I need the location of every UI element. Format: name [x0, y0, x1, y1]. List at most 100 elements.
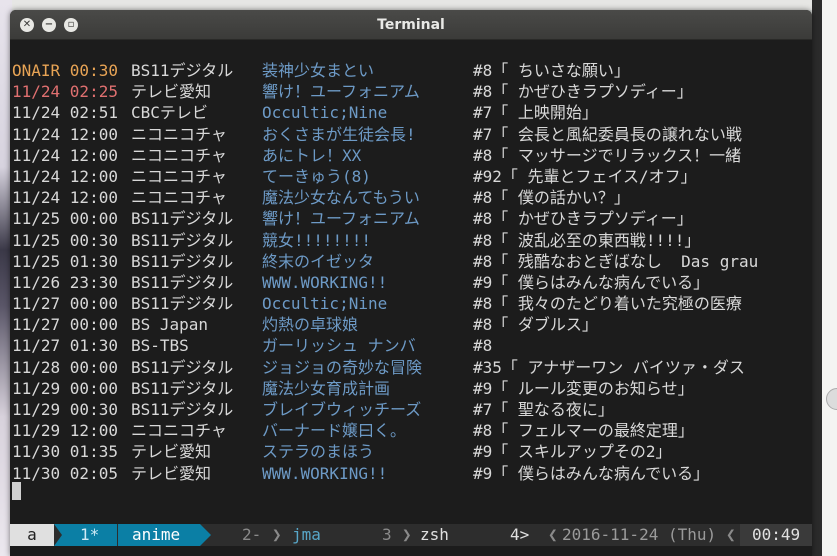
schedule-row: 11/27 01:30 BS-TBS ガーリッシュ ナンバ #8 [12, 335, 810, 356]
schedule-row: 11/30 02:05 テレビ愛知 WWW.WORKING!! #9「 僕らはみんな病… [12, 463, 810, 484]
terminal-cursor [12, 482, 21, 500]
window-3-name[interactable]: zsh [420, 524, 449, 546]
row-date: 11/27 01:30 [12, 336, 118, 356]
tmux-status-bar: a 1* anime 2- ❯ jma 3 ❯ zsh 4> ❮ 2016-11… [10, 524, 812, 546]
row-episode: #8「 フェルマーの最終定理」 [473, 421, 694, 441]
row-title: てーきゅう(8) [262, 166, 371, 186]
row-episode: #35「 アナザーワン バイツァ・ダス [473, 357, 745, 377]
row-title: 魔法少女なんてもうい [262, 188, 420, 208]
separator-chevron-left-icon: ❮ [726, 525, 736, 544]
window-1-index[interactable]: 1* [54, 524, 117, 546]
row-episode: #8「 残酷なおとぎばなし Das grau [473, 251, 759, 271]
row-title: Occultic;Nine [262, 103, 388, 123]
terminal-window[interactable]: ✕ − ▫ Terminal ONAIR 00:30 BS11デジタル 装神少女まと… [10, 10, 812, 556]
row-episode: #8「 波乱必至の東西戦!!!!」 [473, 230, 701, 250]
status-date: 2016-11-24 (Thu) [562, 525, 717, 544]
row-title: ステラのまほう [262, 442, 375, 462]
row-episode: #8「 僕の話かい？」 [473, 188, 630, 208]
row-date: 11/24 02:25 [12, 82, 118, 102]
row-date: 11/24 12:00 [12, 188, 118, 208]
row-episode: #7「 聖なる夜に」 [473, 400, 614, 419]
schedule-row: 11/29 00:00 BS11デジタル 魔法少女育成計画 #9「 ルール変更のお知ら… [12, 378, 810, 399]
separator-chevron-left-icon: ❮ [548, 525, 558, 544]
schedule-row: 11/24 12:00 ニコニコチャ おくさまが生徒会長! #7「 会長と風紀委員長の… [12, 124, 810, 145]
row-episode: #8「 かぜひきラプソディー」 [473, 209, 693, 229]
schedule-row: 11/24 12:00 ニコニコチャ あにトレ！XX #8「 マッサージでリラックス！… [12, 145, 810, 166]
separator-chevron-icon: ❯ [402, 525, 412, 544]
row-title: 魔法少女育成計画 [262, 378, 391, 398]
row-title: 響け！ユーフォニアム [262, 209, 420, 229]
row-date: 11/25 01:30 [12, 251, 118, 271]
row-episode: #8「 ちいさな願い」 [473, 61, 630, 80]
row-title: ジョジョの奇妙な冒険 [262, 357, 423, 377]
row-channel: テレビ愛知 [131, 442, 212, 462]
row-date: 11/25 00:30 [12, 230, 118, 250]
schedule-row: 11/25 00:30 BS11デジタル 競女!!!!!!!! #8「 波乱必至の東西… [12, 230, 810, 251]
background-widget [826, 388, 837, 410]
row-date: 11/24 12:00 [12, 124, 118, 144]
background-window-edge [812, 0, 822, 556]
terminal-output[interactable]: ONAIR 00:30 BS11デジタル 装神少女まとい #8「 ちいさな願い」 11/… [12, 60, 810, 484]
schedule-row: 11/26 23:30 BS11デジタル WWW.WORKING!! #9「 僕らはみ… [12, 272, 810, 293]
schedule-row: 11/29 00:30 BS11デジタル ブレイブウィッチーズ #7「 聖なる夜に」 [12, 399, 810, 420]
row-episode: #8「 我々のたどり着いた究極の医療 [473, 294, 742, 314]
window-title: Terminal [377, 17, 445, 33]
row-title: おくさまが生徒会長! [262, 124, 416, 144]
schedule-row: 11/29 12:00 ニコニコチャ バーナード嬢曰く。 #8「 フェルマーの最終定理… [12, 420, 810, 441]
row-channel: ニコニコチャ [131, 188, 227, 208]
row-date: 11/29 00:30 [12, 400, 118, 419]
row-title: バーナード嬢曰く。 [262, 421, 407, 441]
row-channel: BS11デジタル [131, 294, 234, 314]
schedule-row: 11/25 01:30 BS11デジタル 終末のイゼッタ #8「 残酷なおとぎばなし … [12, 251, 810, 272]
row-date: 11/25 00:00 [12, 209, 118, 229]
title-bar[interactable]: ✕ − ▫ Terminal [10, 10, 812, 40]
row-date: ONAIR 00:30 [12, 61, 118, 80]
row-title: 灼熱の卓球娘 [262, 315, 359, 335]
row-channel: テレビ愛知 [131, 463, 212, 483]
schedule-row: 11/27 00:00 BS Japan 灼熱の卓球娘 #8「 ダブルス」 [12, 314, 810, 335]
desktop-background-top [12, 0, 812, 10]
desktop-background-right [812, 0, 837, 556]
window-2-index[interactable]: 2- [242, 524, 261, 546]
row-channel: ニコニコチャ [131, 124, 227, 144]
schedule-row: 11/25 00:00 BS11デジタル 響け！ユーフォニアム #8「 かぜひきラプソ… [12, 208, 810, 229]
row-channel: CBCテレビ [131, 103, 208, 123]
window-1-name[interactable]: anime [118, 524, 211, 546]
window-3-index[interactable]: 3 [382, 524, 392, 546]
session-name[interactable]: a [10, 524, 54, 546]
row-date: 11/29 12:00 [12, 421, 118, 441]
row-date: 11/27 00:00 [12, 315, 118, 335]
row-date: 11/24 02:51 [12, 103, 118, 123]
row-channel: BS11デジタル [131, 251, 234, 271]
row-channel: ニコニコチャ [131, 421, 227, 441]
row-channel: テレビ愛知 [131, 82, 212, 102]
row-date: 11/24 12:00 [12, 166, 118, 186]
row-title: 終末のイゼッタ [262, 251, 375, 271]
schedule-row: 11/27 00:00 BS11デジタル Occultic;Nine #8「 我々のた… [12, 293, 810, 314]
row-channel: ニコニコチャ [131, 166, 227, 186]
row-episode: #92「 先輩とフェイス/オフ」 [473, 166, 697, 186]
row-date: 11/26 23:30 [12, 272, 118, 292]
row-date: 11/29 00:00 [12, 378, 118, 398]
row-title: Occultic;Nine [262, 294, 388, 314]
row-title: ガーリッシュ ナンバ [262, 336, 416, 356]
schedule-row: 11/24 02:25 テレビ愛知 響け！ユーフォニアム #8「 かぜひきラプソディー… [12, 81, 810, 102]
row-date: 11/30 01:35 [12, 442, 118, 462]
row-channel: BS11デジタル [131, 230, 234, 250]
row-date: 11/30 02:05 [12, 463, 118, 483]
row-title: WWW.WORKING!! [262, 463, 388, 483]
status-time: 00:49 [740, 524, 812, 546]
row-title: 競女!!!!!!!! [262, 230, 372, 250]
window-2-name[interactable]: jma [292, 524, 321, 546]
schedule-row: 11/24 12:00 ニコニコチャ てーきゅう(8) #92「 先輩とフェイス/オフ… [12, 166, 810, 187]
row-title: 響け！ユーフォニアム [262, 82, 420, 102]
window-4-index[interactable]: 4> [510, 524, 529, 546]
row-channel: BS-TBS [131, 336, 189, 356]
row-channel: BS11デジタル [131, 61, 234, 80]
schedule-row: 11/24 02:51 CBCテレビ Occultic;Nine #7「 上映開始」 [12, 102, 810, 123]
schedule-row: ONAIR 00:30 BS11デジタル 装神少女まとい #8「 ちいさな願い」 [12, 60, 810, 81]
row-episode: #9「 スキルアップその2」 [473, 442, 672, 462]
schedule-row: 11/24 12:00 ニコニコチャ 魔法少女なんてもうい #8「 僕の話かい？」 [12, 187, 810, 208]
row-channel: BS Japan [131, 315, 209, 335]
row-title: ブレイブウィッチーズ [262, 400, 422, 419]
